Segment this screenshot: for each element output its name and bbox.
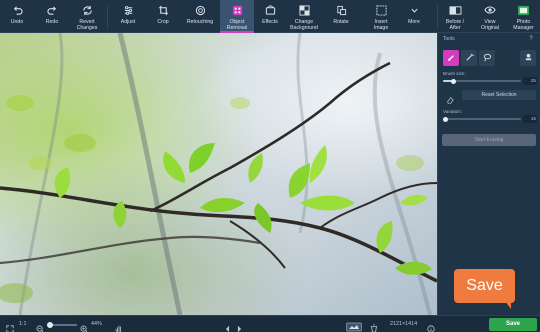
save-callout-pointer xyxy=(505,301,511,309)
rotate-icon xyxy=(334,3,348,17)
actual-size-button[interactable]: 1:1 xyxy=(19,321,27,327)
toolbar-divider xyxy=(437,5,438,29)
stamp-icon xyxy=(524,49,533,67)
more-label: More xyxy=(408,19,420,25)
photo-canvas[interactable] xyxy=(0,33,437,315)
before-after-icon xyxy=(448,3,462,17)
retouching-button[interactable]: Retouching xyxy=(183,0,217,33)
revert-icon xyxy=(80,3,94,17)
lasso-icon xyxy=(483,49,492,67)
brush-size-label: Brush size: xyxy=(443,71,466,76)
undo-button[interactable]: Undo xyxy=(2,0,32,33)
effects-icon xyxy=(263,3,277,17)
crop-button[interactable]: Crop xyxy=(148,0,178,33)
start-erasing-button[interactable]: Start Erasing xyxy=(442,134,536,146)
status-bar: 1:1 44% 2121×1414 Save xyxy=(0,315,540,332)
object-removal-label: Object Removal xyxy=(226,19,248,31)
retouch-icon xyxy=(193,3,207,17)
compare-view-icon[interactable] xyxy=(346,319,362,332)
revert-changes-button[interactable]: Revert Changes xyxy=(72,0,102,33)
zoom-out-icon[interactable] xyxy=(36,320,44,332)
effects-button[interactable]: Effects xyxy=(256,0,284,33)
brush-icon xyxy=(447,49,456,67)
zoom-in-icon[interactable] xyxy=(80,320,88,332)
fit-screen-icon[interactable] xyxy=(6,320,14,332)
insert-image-icon xyxy=(374,3,388,17)
before-after-button[interactable]: Before / After xyxy=(440,0,470,33)
view-original-button[interactable]: View Original xyxy=(475,0,505,33)
more-button[interactable]: More xyxy=(400,0,428,33)
hand-tool-icon[interactable] xyxy=(115,320,123,332)
variation-slider-handle[interactable] xyxy=(443,116,448,122)
toolbar-divider xyxy=(107,5,108,29)
stamp-tool-button[interactable] xyxy=(520,50,536,66)
object-removal-icon xyxy=(230,3,244,17)
variation-label: Variation: xyxy=(443,109,463,114)
chevron-down-icon xyxy=(407,3,421,17)
crop-icon xyxy=(156,3,170,17)
before-after-label: Before / After xyxy=(445,19,465,31)
info-icon[interactable] xyxy=(427,320,435,332)
undo-icon xyxy=(10,3,24,17)
crop-label: Crop xyxy=(157,19,169,25)
eraser-icon[interactable] xyxy=(446,91,454,109)
photo-manager-button[interactable]: Photo Manager xyxy=(508,0,539,33)
help-icon[interactable]: ? xyxy=(527,35,535,43)
image-dimensions: 2121×1414 xyxy=(390,321,418,327)
view-original-label: View Original xyxy=(481,19,499,31)
magic-wand-tool-button[interactable] xyxy=(461,50,477,66)
redo-label: Redo xyxy=(45,19,59,25)
insert-image-label: Insert Image xyxy=(373,19,389,31)
save-callout: Save xyxy=(454,269,515,303)
trash-icon[interactable] xyxy=(370,320,378,332)
variation-value[interactable]: 15 xyxy=(523,115,537,123)
eye-icon xyxy=(483,3,497,17)
previous-image-icon[interactable] xyxy=(224,320,231,332)
rotate-button[interactable]: Rotate xyxy=(327,0,355,33)
revert-changes-label: Revert Changes xyxy=(76,19,98,31)
brush-size-slider-handle[interactable] xyxy=(451,78,457,84)
toolbar: Undo Redo Revert Changes Adjust Crop Ret… xyxy=(0,0,540,33)
photo-manager-icon xyxy=(517,3,531,17)
save-button[interactable]: Save xyxy=(489,318,537,331)
next-image-icon[interactable] xyxy=(236,320,243,332)
brush-size-value[interactable]: 25 xyxy=(523,77,537,85)
retouching-label: Retouching xyxy=(186,19,214,25)
photo-editor-window: Undo Redo Revert Changes Adjust Crop Ret… xyxy=(0,0,540,332)
photo-image xyxy=(0,33,437,315)
redo-button[interactable]: Redo xyxy=(37,0,67,33)
redo-icon xyxy=(45,3,59,17)
insert-image-button[interactable]: Insert Image xyxy=(365,0,397,33)
change-background-label: Change Background xyxy=(290,19,318,31)
background-icon xyxy=(297,3,311,17)
adjust-label: Adjust xyxy=(120,19,136,25)
variation-slider[interactable] xyxy=(443,118,521,120)
photo-manager-label: Photo Manager xyxy=(513,19,534,31)
zoom-slider-handle[interactable] xyxy=(47,322,53,328)
zoom-percent: 44% xyxy=(91,321,102,327)
brush-tool-button[interactable] xyxy=(443,50,459,66)
lasso-tool-button[interactable] xyxy=(479,50,495,66)
sliders-icon xyxy=(121,3,135,17)
change-background-button[interactable]: Change Background xyxy=(286,0,322,33)
reset-selection-button[interactable]: Reset Selection xyxy=(462,90,536,100)
magic-wand-icon xyxy=(465,49,474,67)
object-removal-button[interactable]: Object Removal xyxy=(220,0,254,33)
panel-title: Tools xyxy=(443,36,455,42)
rotate-label: Rotate xyxy=(333,19,349,25)
undo-label: Undo xyxy=(10,19,24,25)
effects-label: Effects xyxy=(262,19,278,25)
adjust-button[interactable]: Adjust xyxy=(113,0,143,33)
